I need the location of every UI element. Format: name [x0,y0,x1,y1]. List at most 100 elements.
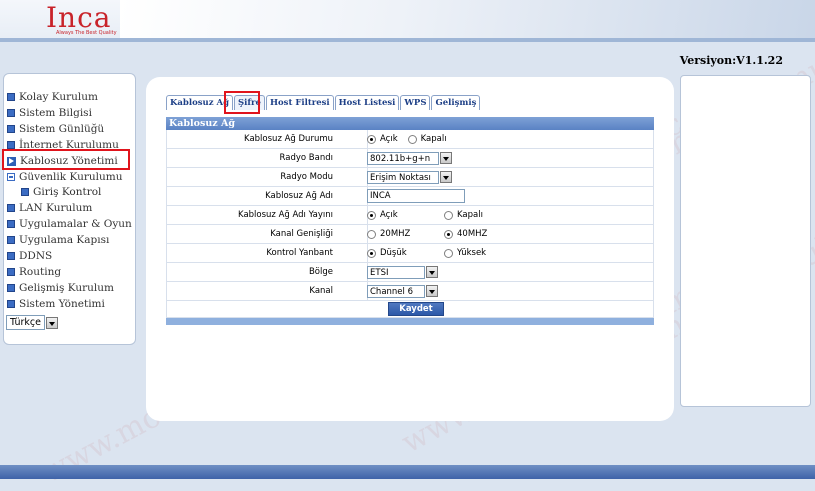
header-band [120,0,815,38]
width-40-radio[interactable] [444,229,453,239]
width-20-label: 20MHZ [380,229,411,239]
page-icon [7,300,15,308]
sidebar-item-label: Uygulama Kapısı [19,234,110,246]
band-value: 802.11b+g+n [367,151,439,165]
mode-select[interactable]: Erişim Noktası [367,168,452,186]
row-status: Kablosuz Ağ Durumu Açık Kapalı [166,130,654,149]
save-button[interactable]: Kaydet [388,302,444,316]
sidebar-item-gelismis-kurulum[interactable]: Gelişmiş Kurulum [7,280,114,296]
page-icon [7,141,15,149]
broadcast-on-option: Açık [367,206,398,224]
chevron-down-icon[interactable] [426,266,438,278]
row-width: Kanal Genişliği 20MHZ 40MHZ [166,225,654,244]
ssid-cell: INCA [367,187,465,205]
right-panel [680,75,811,407]
sidebar-item-kolay-kurulum[interactable]: Kolay Kurulum [7,89,98,105]
sidebar-item-sistem-yonetimi[interactable]: Sistem Yönetimi [7,296,105,312]
sidebar-item-label: Uygulamalar & Oyun [19,218,132,230]
page-icon [7,204,15,212]
sidebar-item-uygulamalar-oyun[interactable]: Uygulamalar & Oyun [7,216,132,232]
logo-tagline: Always The Best Quality [56,30,117,36]
row-channel: Kanal Channel 6 [166,282,654,301]
chevron-down-icon[interactable] [440,152,452,164]
footer-bar [0,465,815,479]
mode-value: Erişim Noktası [367,170,439,184]
page-icon [7,93,15,101]
sidebar-item-label: Gelişmiş Kurulum [19,282,114,294]
row-ssid: Kablosuz Ağ Adı INCA [166,187,654,206]
sideband-low-label: Düşük [380,248,407,258]
sideband-low-option: Düşük [367,244,407,262]
chevron-down-icon[interactable] [440,171,452,183]
row-mode: Radyo Modu Erişim Noktası [166,168,654,187]
region-select[interactable]: ETSI [367,263,438,281]
channel-value: Channel 6 [367,284,425,298]
sidebar-item-label: DDNS [19,250,53,262]
status-off-label: Kapalı [420,134,447,144]
width-label: Kanal Genişliği [270,229,333,239]
sideband-high-option: Yüksek [444,244,486,262]
sidebar-item-label: LAN Kurulum [19,202,93,214]
highlight-box-tab [224,91,260,114]
sidebar-item-label: Sistem Yönetimi [19,298,105,310]
sidebar-item-label: Kolay Kurulum [19,91,99,103]
sidebar-item-label: Sistem Günlüğü [19,123,105,135]
status-label: Kablosuz Ağ Durumu [244,134,333,144]
sidebar-item-label: Güvenlik Kurulumu [19,171,123,183]
row-band: Radyo Bandı 802.11b+g+n [166,149,654,168]
table-footer [166,318,654,325]
page-icon [7,125,15,133]
status-on-radio[interactable] [367,134,376,144]
band-label: Radyo Bandı [279,153,333,163]
channel-label: Kanal [309,286,333,296]
wireless-settings-table: Kablosuz Ağ Kablosuz Ağ Durumu Açık Kapa… [166,117,654,325]
status-off-radio[interactable] [407,134,417,144]
sidebar-item-giris-kontrol[interactable]: Giriş Kontrol [21,184,101,200]
broadcast-on-label: Açık [380,210,398,220]
width-40-label: 40MHZ [457,229,488,239]
page-icon [7,236,15,244]
sidebar-item-ddns[interactable]: DDNS [7,248,52,264]
sidebar: Kolay Kurulum Sistem Bilgisi Sistem Günl… [3,73,136,345]
ssid-input[interactable]: INCA [367,189,465,203]
sidebar-item-guvenlik-kurulumu[interactable]: Güvenlik Kurulumu [7,169,122,185]
broadcast-on-radio[interactable] [367,210,376,220]
status-options: Açık Kapalı [367,130,447,148]
page-icon [7,252,15,260]
broadcast-off-label: Kapalı [457,210,483,220]
channel-select[interactable]: Channel 6 [367,282,438,300]
tab-kablosuz-ag[interactable]: Kablosuz Ağ [166,95,234,110]
width-20-option: 20MHZ [367,225,410,243]
language-select[interactable]: Türkçe [6,315,58,330]
highlight-box-sidebar [2,149,130,170]
region-value: ETSI [367,265,425,279]
status-on-label: Açık [380,134,398,144]
sidebar-item-sistem-bilgisi[interactable]: Sistem Bilgisi [7,105,92,121]
sidebar-item-label: Giriş Kontrol [33,186,102,198]
region-label: Bölge [308,267,333,277]
chevron-down-icon[interactable] [426,285,438,297]
tab-gelismis[interactable]: Gelişmiş [431,95,481,110]
band-select[interactable]: 802.11b+g+n [367,149,452,167]
language-value: Türkçe [6,315,45,330]
sideband-high-radio[interactable] [444,248,453,258]
tab-host-listesi[interactable]: Host Listesi [334,95,400,110]
sideband-high-label: Yüksek [457,248,487,258]
page-icon [21,188,29,196]
collapse-icon [7,173,15,181]
sidebar-item-lan-kurulum[interactable]: LAN Kurulum [7,200,92,216]
sidebar-item-sistem-gunlugu[interactable]: Sistem Günlüğü [7,121,104,137]
chevron-down-icon[interactable] [46,316,58,329]
broadcast-label: Kablosuz Ağ Adı Yayını [238,210,333,220]
tab-host-filtresi[interactable]: Host Filtresi [265,95,334,110]
sidebar-item-uygulama-kapisi[interactable]: Uygulama Kapısı [7,232,109,248]
ssid-label: Kablosuz Ağ Adı [265,191,333,201]
page-icon [7,220,15,228]
sideband-low-radio[interactable] [367,248,376,258]
sidebar-item-routing[interactable]: Routing [7,264,61,280]
width-20-radio[interactable] [367,229,376,239]
page-icon [7,268,15,276]
tab-wps[interactable]: WPS [400,95,431,110]
broadcast-off-radio[interactable] [444,210,453,220]
header: Inca Always The Best Quality [0,0,815,39]
